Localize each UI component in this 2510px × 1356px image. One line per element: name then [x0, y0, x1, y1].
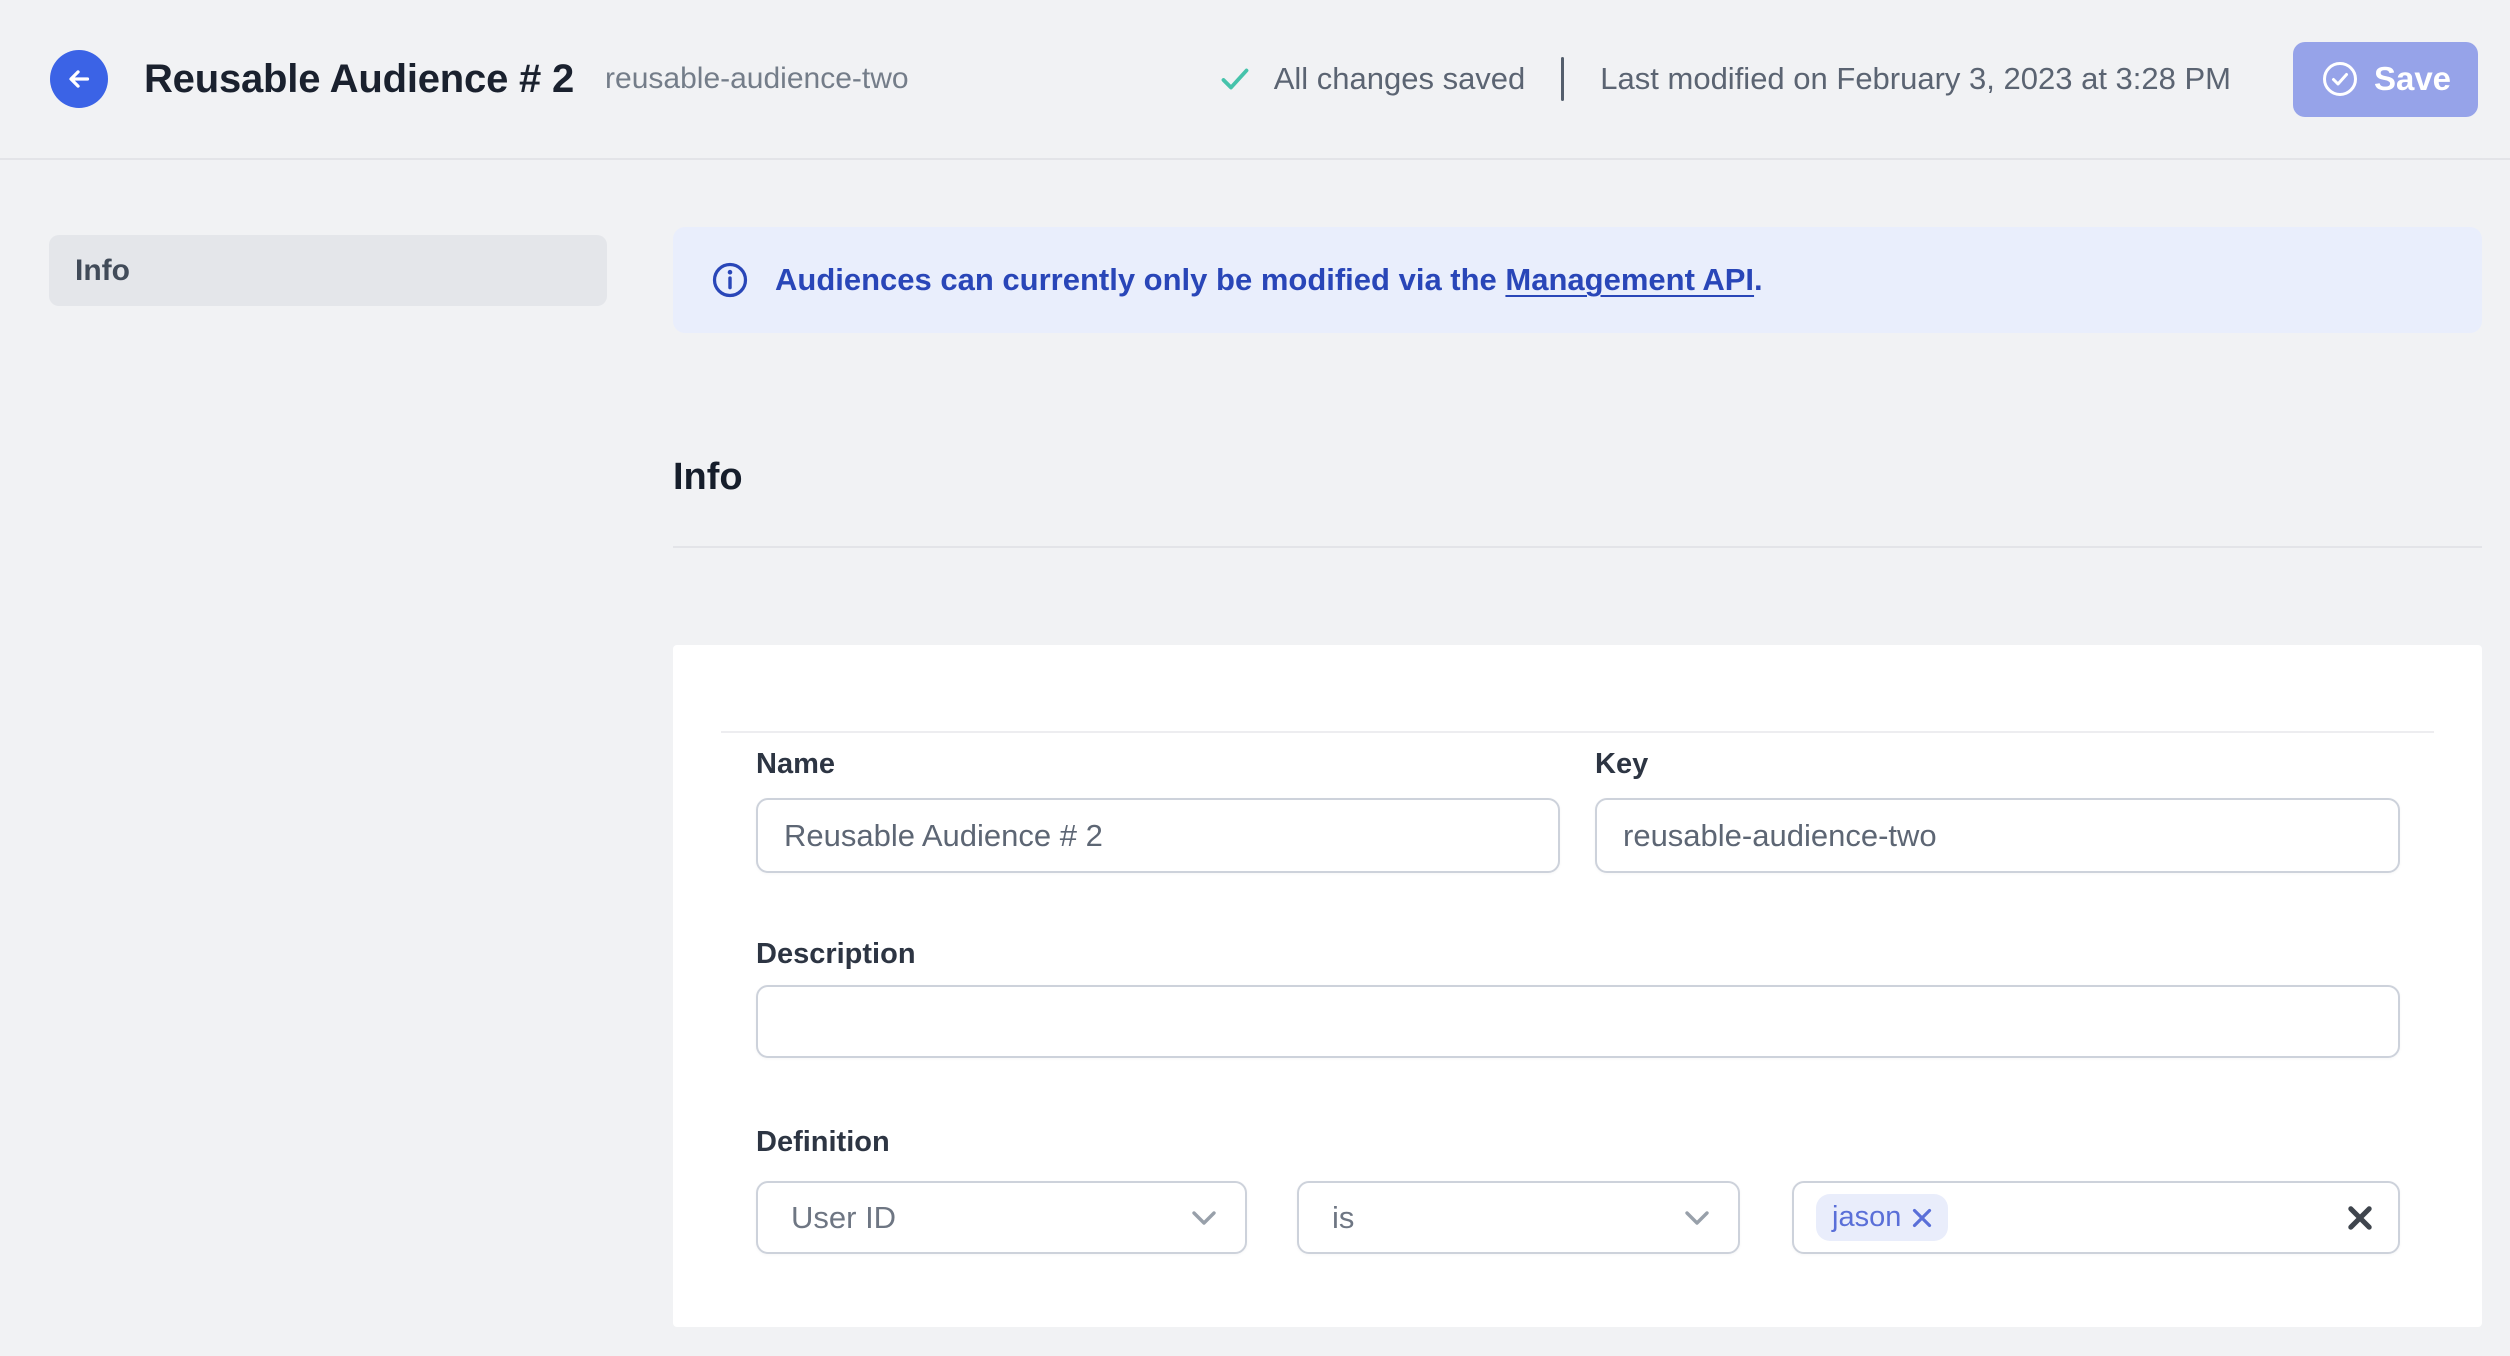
section-heading-divider [673, 546, 2482, 548]
definition-label: Definition [756, 1126, 890, 1158]
page-title: Reusable Audience # 2 [144, 56, 575, 101]
key-input[interactable] [1595, 798, 2400, 873]
sidebar-item-info[interactable]: Info [49, 235, 607, 306]
chevron-down-icon [1191, 1210, 1217, 1226]
header-divider [1561, 57, 1565, 101]
check-circle-icon [2320, 59, 2360, 99]
banner-text-before: Audiences can currently only be modified… [775, 262, 1506, 297]
value-chip: jason [1816, 1194, 1949, 1241]
description-input[interactable] [756, 985, 2400, 1058]
info-card: Name Key Description Definition User ID … [673, 645, 2482, 1327]
banner-message: Audiences can currently only be modified… [775, 262, 1763, 298]
card-top-divider [721, 731, 2434, 733]
trait-select[interactable]: User ID [756, 1181, 1247, 1254]
value-chip-label: jason [1832, 1201, 1902, 1233]
description-label: Description [756, 938, 916, 970]
checkmark-icon [1220, 67, 1250, 91]
name-input[interactable] [756, 798, 1560, 873]
info-banner: Audiences can currently only be modified… [673, 227, 2482, 333]
page-slug: reusable-audience-two [605, 62, 909, 95]
operator-select-value: is [1332, 1199, 1355, 1235]
management-api-link[interactable]: Management API [1505, 262, 1754, 297]
definition-value-input[interactable]: jason [1792, 1181, 2400, 1254]
name-label: Name [756, 748, 835, 780]
trait-select-value: User ID [791, 1199, 897, 1235]
save-button-label: Save [2373, 60, 2452, 97]
banner-text-after: . [1754, 262, 1763, 297]
info-circle-icon [711, 261, 749, 299]
section-heading: Info [673, 456, 743, 498]
saved-status: All changes saved [1273, 61, 1526, 96]
page-header: Reusable Audience # 2 reusable-audience-… [0, 0, 2510, 160]
chevron-down-icon [1684, 1210, 1710, 1226]
key-label: Key [1595, 748, 1649, 780]
operator-select[interactable]: is [1297, 1181, 1740, 1254]
back-button[interactable] [50, 50, 108, 108]
chip-remove-icon[interactable] [1912, 1208, 1932, 1228]
arrow-left-icon [62, 62, 96, 96]
save-button[interactable]: Save [2293, 41, 2478, 117]
last-modified-text: Last modified on February 3, 2023 at 3:2… [1600, 61, 2231, 96]
clear-values-icon[interactable] [2346, 1204, 2374, 1232]
header-right-group: All changes saved Last modified on Febru… [1220, 41, 2478, 117]
sidebar-item-label: Info [75, 253, 130, 287]
